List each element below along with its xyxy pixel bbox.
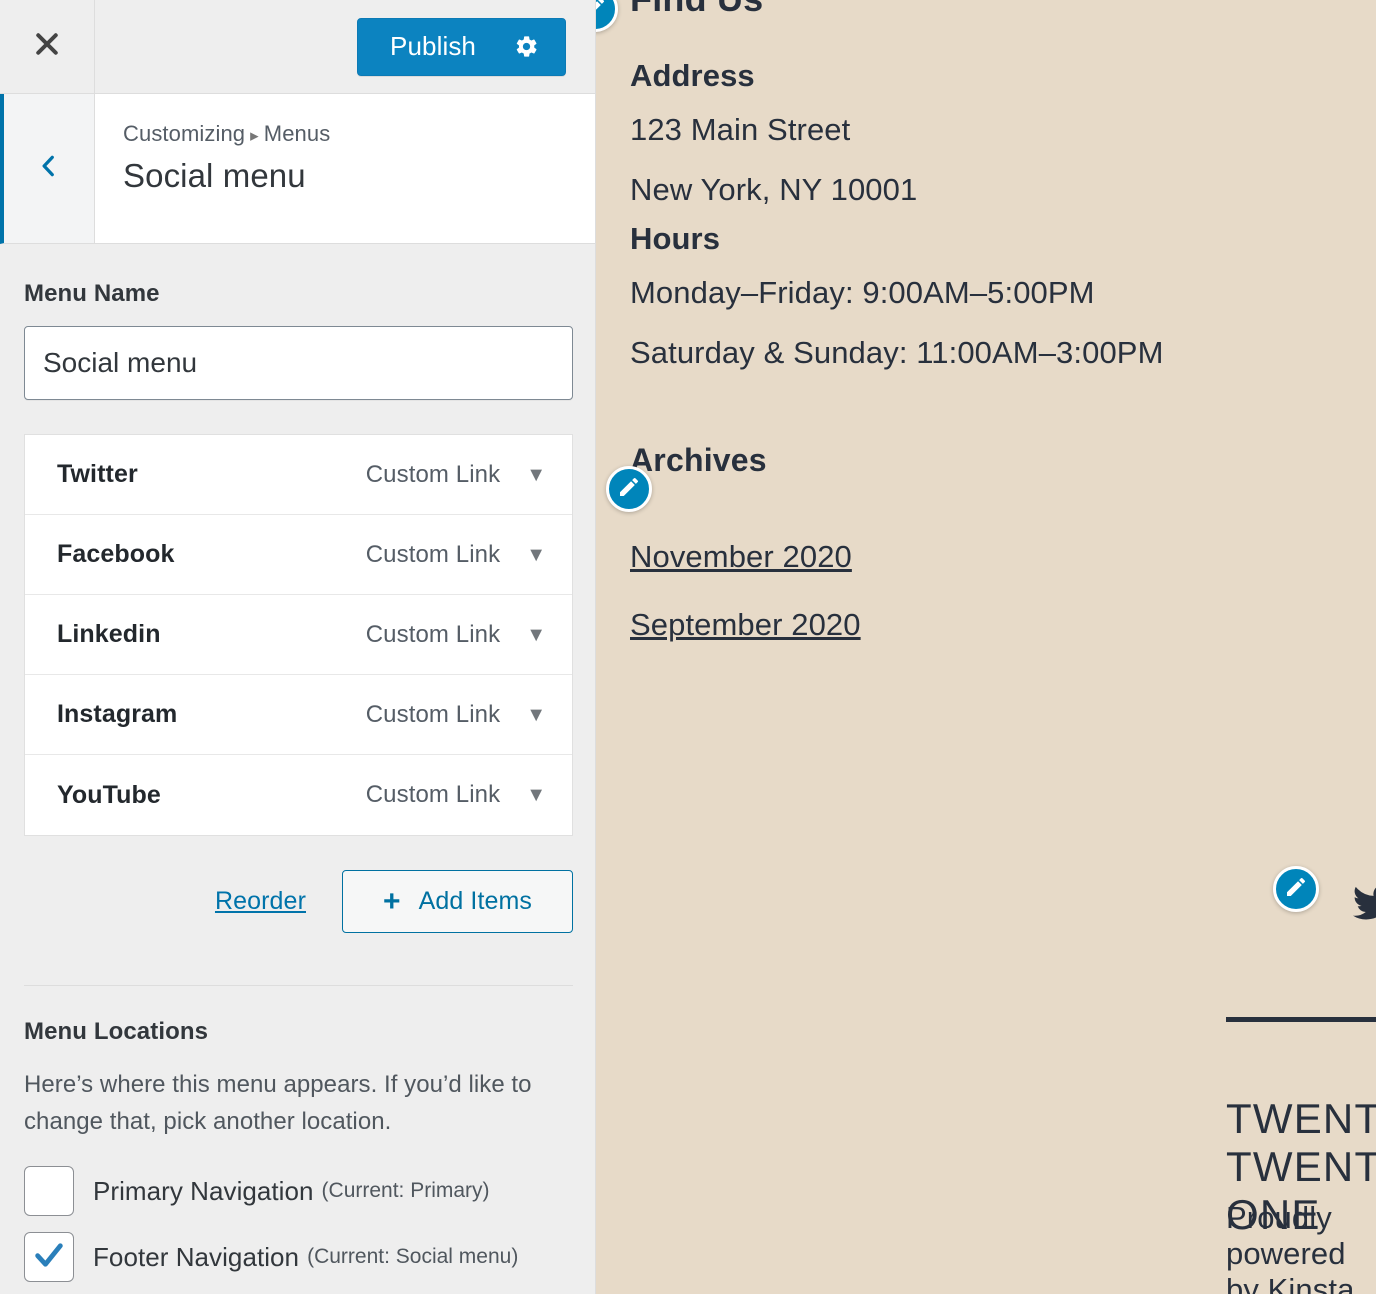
address-line-2: New York, NY 10001 — [630, 172, 918, 208]
archive-link[interactable]: September 2020 — [630, 607, 1342, 643]
customizer-screen: Publish Customizing ▸ Menus Social menu … — [0, 0, 1376, 1294]
gear-icon[interactable] — [514, 34, 539, 59]
menu-item-type: Custom Link — [365, 620, 501, 648]
publish-label: Publish — [390, 31, 476, 61]
plus-icon: + — [382, 884, 401, 918]
menu-name-input[interactable] — [24, 326, 573, 400]
menu-item-title: Linkedin — [57, 620, 161, 648]
chevron-down-icon[interactable]: ▼ — [526, 705, 546, 725]
pencil-edit-icon — [617, 475, 641, 504]
menu-location-label: Primary Navigation — [93, 1175, 314, 1206]
menu-item-title: Twitter — [57, 460, 138, 488]
reorder-link[interactable]: Reorder — [215, 887, 306, 916]
menu-locations-section: Menu Locations Here’s where this menu ap… — [24, 986, 584, 1283]
menu-item-row[interactable]: Facebook Custom Link ▼ — [25, 515, 572, 595]
breadcrumb-section: Menus — [263, 121, 331, 146]
chevron-left-icon — [36, 150, 62, 187]
close-customizer-button[interactable] — [0, 0, 95, 93]
add-items-button[interactable]: + Add Items — [342, 870, 573, 933]
archive-link[interactable]: November 2020 — [630, 539, 1342, 575]
menu-item-row[interactable]: Linkedin Custom Link ▼ — [25, 595, 572, 675]
menu-item-row[interactable]: Twitter Custom Link ▼ — [25, 435, 572, 515]
menu-item-type: Custom Link — [365, 700, 501, 728]
chevron-down-icon[interactable]: ▼ — [526, 785, 546, 805]
customizer-sidebar: Publish Customizing ▸ Menus Social menu … — [0, 0, 596, 1294]
customizer-header: Publish — [0, 0, 595, 94]
archives-title: Archives — [630, 441, 767, 478]
edit-shortcut-archives[interactable] — [606, 466, 652, 512]
menu-location-current: (Current: Primary) — [321, 1179, 490, 1203]
menu-locations-list: Primary Navigation (Current: Primary) Foot… — [24, 1166, 584, 1283]
panel-title-bar: Customizing ▸ Menus Social menu — [0, 94, 595, 244]
menu-item-title: YouTube — [57, 780, 161, 809]
address-line-1: 123 Main Street — [630, 112, 851, 147]
menu-item-title: Instagram — [57, 700, 178, 728]
social-menu-row — [1351, 880, 1376, 926]
chevron-down-icon[interactable]: ▼ — [526, 545, 546, 565]
hours-heading: Hours — [630, 220, 721, 256]
menu-location-row[interactable]: Primary Navigation (Current: Primary) — [24, 1166, 584, 1217]
menu-location-checkbox[interactable] — [24, 1232, 74, 1283]
hours-weekday: Monday–Friday: 9:00AM–5:00PM — [630, 274, 1095, 310]
archives-widget: Archives November 2020 September 2020 — [630, 442, 1342, 643]
menu-item-title: Facebook — [57, 540, 175, 568]
menu-location-label: Footer Navigation — [93, 1241, 300, 1272]
chevron-down-icon[interactable]: ▼ — [526, 465, 546, 485]
pencil-edit-icon — [596, 0, 607, 24]
address-widget: Address 123 Main Street New York, NY 100… — [630, 0, 1342, 384]
menu-item-type: Custom Link — [365, 460, 501, 488]
close-icon — [32, 29, 62, 64]
archives-links: November 2020 September 2020 — [630, 539, 1342, 643]
footer-divider — [1226, 1017, 1376, 1022]
menu-items-list: Twitter Custom Link ▼ Facebook Custom Link ▼ L… — [24, 434, 573, 836]
menu-item-type: Custom Link — [365, 540, 501, 568]
menu-location-checkbox[interactable] — [24, 1166, 74, 1217]
back-button[interactable] — [4, 94, 95, 243]
menu-item-row[interactable]: Instagram Custom Link ▼ — [25, 675, 572, 755]
panel-titles: Customizing ▸ Menus Social menu — [95, 94, 595, 243]
check-icon — [32, 1238, 66, 1277]
breadcrumb-separator-icon: ▸ — [250, 126, 259, 145]
pencil-edit-icon — [1284, 875, 1308, 904]
preview-content: Address 123 Main Street New York, NY 100… — [596, 0, 1376, 643]
menu-name-label: Menu Name — [24, 280, 160, 307]
menu-locations-title: Menu Locations — [24, 1018, 209, 1045]
add-items-label: Add Items — [418, 887, 533, 915]
kinsta-link[interactable]: Kinsta — [1268, 1272, 1355, 1294]
find-us-heading: Find Us — [630, 0, 763, 20]
menu-locations-description: Here’s where this menu appears. If you’d… — [24, 1071, 532, 1136]
breadcrumb: Customizing ▸ Menus — [123, 120, 595, 149]
powered-suffix: . — [1354, 1272, 1364, 1294]
panel-body: Menu Name Twitter Custom Link ▼ Facebook Cus… — [0, 244, 595, 1294]
page-title: Social menu — [123, 156, 306, 194]
site-preview: Find Us Address 123 Main Street New York… — [596, 0, 1376, 1294]
twitter-icon[interactable] — [1351, 880, 1376, 926]
edit-shortcut-social-menu[interactable] — [1273, 866, 1319, 912]
menu-item-row[interactable]: YouTube Custom Link ▼ — [25, 755, 572, 835]
menu-location-row[interactable]: Footer Navigation (Current: Social menu) — [24, 1232, 584, 1283]
chevron-down-icon[interactable]: ▼ — [526, 625, 546, 645]
address-heading: Address — [630, 58, 755, 93]
menu-location-current: (Current: Social menu) — [307, 1245, 519, 1269]
menu-actions-row: Reorder + Add Items — [24, 870, 573, 933]
breadcrumb-root: Customizing — [123, 121, 246, 146]
menu-item-type: Custom Link — [365, 781, 501, 808]
hours-weekend: Saturday & Sunday: 11:00AM–3:00PM — [630, 335, 1164, 371]
publish-area: Publish — [95, 17, 595, 76]
publish-button[interactable]: Publish — [357, 17, 566, 76]
powered-by-text: Proudly powered by Kinsta. — [1226, 1200, 1376, 1294]
